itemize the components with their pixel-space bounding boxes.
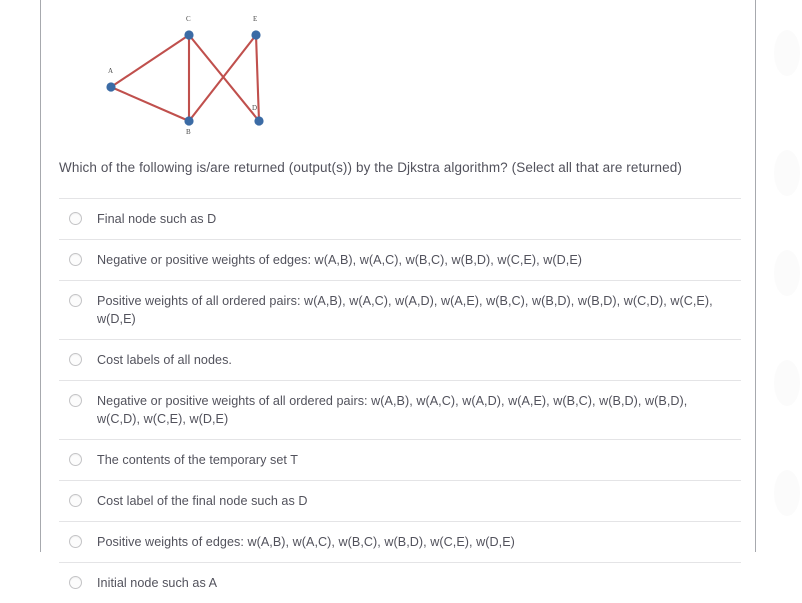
- graph-edge-AB: [109, 85, 191, 123]
- graph-node-layer: [106, 30, 264, 126]
- answer-option-label: Positive weights of edges: w(A,B), w(A,C…: [97, 535, 515, 549]
- question-card: A C E B D Which of the following is/are retu…: [40, 0, 756, 590]
- graph-node-A: [106, 82, 116, 92]
- answer-option-label: Negative or positive weights of all orde…: [97, 394, 688, 426]
- radio-button-icon[interactable]: [69, 576, 82, 589]
- radio-button-icon[interactable]: [69, 212, 82, 225]
- answer-option-label: Final node such as D: [97, 212, 217, 226]
- graph-edge-AC: [109, 33, 191, 89]
- graph-node-D: [254, 116, 264, 126]
- answer-option-6[interactable]: The contents of the temporary set T: [59, 439, 741, 480]
- graph-edge-layer: [109, 33, 261, 123]
- answer-option-3[interactable]: Positive weights of all ordered pairs: w…: [59, 280, 741, 339]
- answer-option-label: Negative or positive weights of edges: w…: [97, 253, 583, 267]
- answer-option-label: Initial node such as A: [97, 576, 218, 590]
- graph-node-label-E: E: [253, 15, 257, 23]
- radio-button-icon[interactable]: [69, 394, 82, 407]
- graph-figure: A C E B D: [41, 0, 301, 150]
- answer-option-8[interactable]: Positive weights of edges: w(A,B), w(A,C…: [59, 521, 741, 562]
- graph-node-B: [184, 116, 194, 126]
- answer-option-2[interactable]: Negative or positive weights of edges: w…: [59, 239, 741, 280]
- graph-node-E: [251, 30, 261, 40]
- answer-option-label: Positive weights of all ordered pairs: w…: [97, 294, 713, 326]
- graph-node-label-D: D: [252, 104, 257, 112]
- answer-option-label: Cost labels of all nodes.: [97, 353, 232, 367]
- answer-option-4[interactable]: Cost labels of all nodes.: [59, 339, 741, 380]
- answer-options-list: Final node such as D Negative or positive…: [59, 198, 741, 603]
- answer-option-7[interactable]: Cost label of the final node such as D: [59, 480, 741, 521]
- radio-button-icon[interactable]: [69, 535, 82, 548]
- graph-node-C: [184, 30, 194, 40]
- answer-option-9[interactable]: Initial node such as A: [59, 562, 741, 603]
- graph-node-label-B: B: [186, 128, 191, 136]
- answer-option-1[interactable]: Final node such as D: [59, 198, 741, 239]
- radio-button-icon[interactable]: [69, 353, 82, 366]
- graph-node-label-A: A: [108, 67, 113, 75]
- page-edge-artifact: [756, 0, 802, 552]
- radio-button-icon[interactable]: [69, 453, 82, 466]
- question-prompt: Which of the following is/are returned (…: [59, 160, 682, 175]
- answer-option-label: The contents of the temporary set T: [97, 453, 299, 467]
- answer-option-5[interactable]: Negative or positive weights of all orde…: [59, 380, 741, 439]
- answer-option-label: Cost label of the final node such as D: [97, 494, 308, 508]
- graph-svg: A C E B D: [106, 15, 264, 136]
- quiz-page: A C E B D Which of the following is/are retu…: [0, 0, 802, 590]
- radio-button-icon[interactable]: [69, 253, 82, 266]
- graph-node-label-C: C: [186, 15, 191, 23]
- radio-button-icon[interactable]: [69, 294, 82, 307]
- radio-button-icon[interactable]: [69, 494, 82, 507]
